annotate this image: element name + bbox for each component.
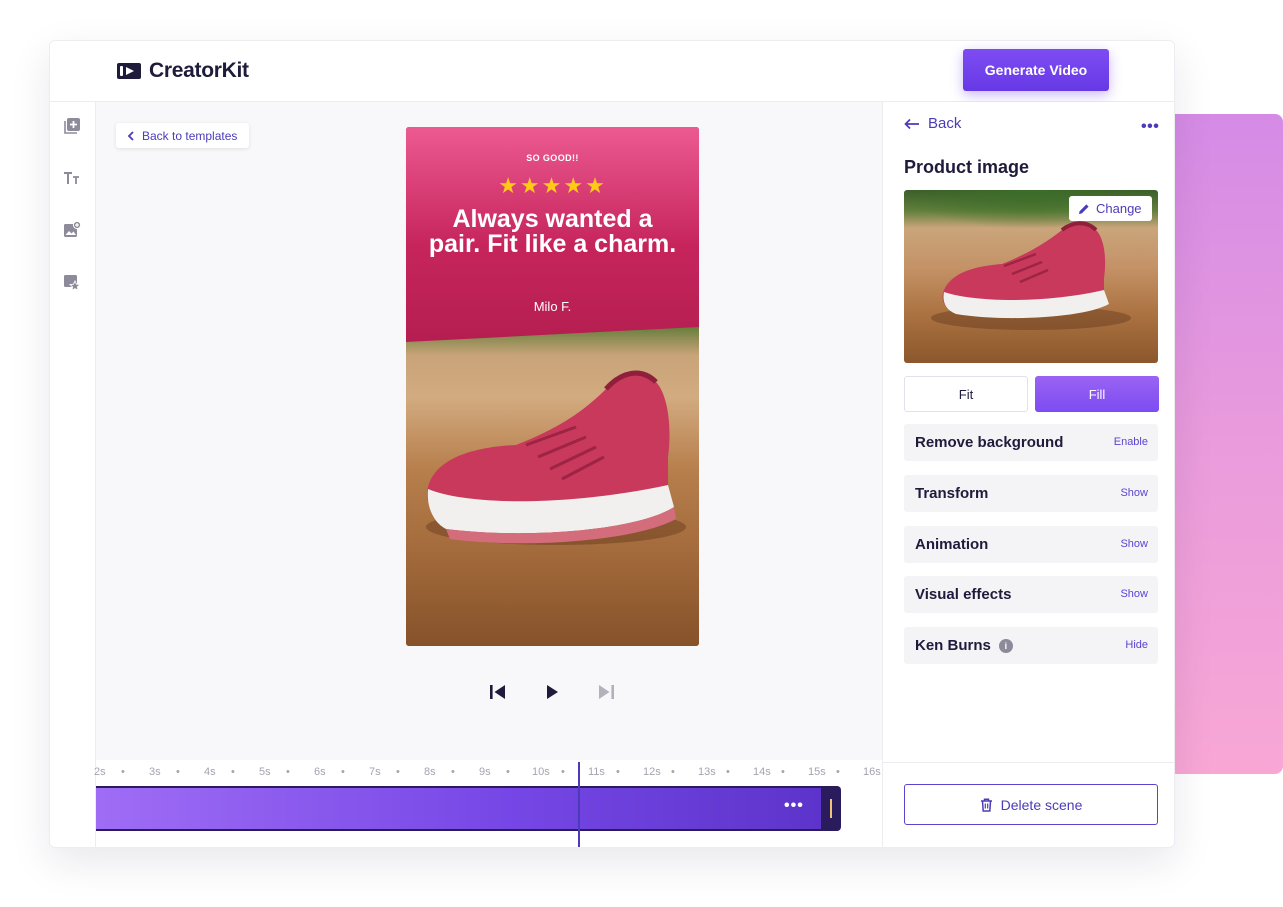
logo[interactable]: CreatorKit	[117, 59, 249, 83]
playback-controls	[486, 680, 626, 704]
section-label: Visual effects	[915, 586, 1012, 603]
sticker-icon[interactable]	[63, 273, 81, 291]
clip-resize-handle[interactable]	[821, 788, 841, 829]
tick-separator: •	[616, 766, 620, 778]
tick-label: 6s	[314, 766, 326, 778]
tick-separator: •	[286, 766, 290, 778]
tick-label: 13s	[698, 766, 716, 778]
scene-preview[interactable]: SO GOOD!! ★★★★★ Always wanted a pair. Fi…	[406, 127, 699, 646]
add-image-icon[interactable]	[63, 221, 81, 239]
skip-forward-icon[interactable]	[594, 680, 618, 704]
tick-separator: •	[451, 766, 455, 778]
left-toolbar	[50, 102, 96, 847]
text-icon[interactable]	[63, 169, 81, 187]
tick-label: 12s	[643, 766, 661, 778]
info-icon[interactable]: i	[998, 638, 1013, 653]
tick-separator: •	[396, 766, 400, 778]
section-label: Transform	[915, 485, 989, 502]
pencil-icon	[1078, 203, 1090, 215]
tick-label: 5s	[259, 766, 271, 778]
tick-separator: •	[121, 766, 125, 778]
panel-back-button[interactable]: Back	[904, 115, 961, 132]
play-icon[interactable]	[540, 680, 564, 704]
panel-title: Product image	[904, 157, 1030, 177]
change-image-button[interactable]: Change	[1069, 196, 1152, 221]
section-label: Animation	[915, 536, 989, 553]
ken-burns-hide-button[interactable]: Hide	[1125, 639, 1148, 651]
change-image-label: Change	[1096, 201, 1142, 216]
panel-back-label: Back	[928, 115, 962, 132]
tick-separator: •	[671, 766, 675, 778]
tick-separator: •	[341, 766, 345, 778]
section-animation[interactable]: Animation Show	[904, 526, 1158, 563]
tick-label: 10s	[532, 766, 550, 778]
tick-label: 8s	[424, 766, 436, 778]
transform-show-button[interactable]: Show	[1120, 487, 1148, 499]
quote-card: SO GOOD!! ★★★★★ Always wanted a pair. Fi…	[406, 127, 699, 342]
tick-label: 11s	[588, 766, 605, 778]
tick-label: 9s	[479, 766, 491, 778]
tick-label: 15s	[808, 766, 826, 778]
product-image-thumbnail: Change	[904, 190, 1158, 363]
tick-label: 2s	[94, 766, 106, 778]
fill-option-button[interactable]: Fill	[1035, 376, 1159, 412]
more-options-button[interactable]: •••	[1141, 118, 1159, 136]
skip-back-icon[interactable]	[486, 680, 510, 704]
logo-play-icon	[117, 62, 141, 80]
ken-burns-label: Ken Burns	[915, 637, 991, 654]
quote-text: Always wanted a pair. Fit like a charm.	[428, 205, 677, 258]
add-layer-icon[interactable]	[63, 117, 81, 135]
trash-icon	[980, 797, 993, 812]
delete-scene-label: Delete scene	[1000, 796, 1083, 813]
properties-panel: Back ••• Product image Change Fit Fill R…	[882, 102, 1174, 847]
section-ken-burns[interactable]: Ken Burns i Hide	[904, 627, 1158, 664]
section-label: Ken Burns i	[915, 637, 1013, 654]
tick-separator: •	[506, 766, 510, 778]
top-bar: CreatorKit Generate Video	[50, 41, 1174, 102]
section-label: Remove background	[915, 434, 1064, 451]
section-remove-background[interactable]: Remove background Enable	[904, 424, 1158, 461]
back-to-templates-button[interactable]: Back to templates	[116, 123, 250, 148]
tick-label: 14s	[753, 766, 771, 778]
tick-separator: •	[176, 766, 180, 778]
playhead[interactable]	[578, 762, 580, 847]
tick-label: 3s	[149, 766, 161, 778]
tick-separator: •	[726, 766, 730, 778]
visual-effects-show-button[interactable]: Show	[1120, 588, 1148, 600]
tick-label: 7s	[369, 766, 381, 778]
panel-divider	[883, 762, 1174, 763]
tick-separator: •	[781, 766, 785, 778]
tick-separator: •	[231, 766, 235, 778]
remove-background-enable-button[interactable]: Enable	[1114, 436, 1148, 448]
clip-menu-button[interactable]: •••	[784, 797, 804, 815]
tick-separator: •	[561, 766, 565, 778]
time-ruler: 2s • 3s • 4s • 5s • 6s • 7s • 8s • 9s • …	[94, 766, 882, 782]
app-window: CreatorKit Generate Video Back to templa…	[49, 40, 1175, 848]
timeline[interactable]: 2s • 3s • 4s • 5s • 6s • 7s • 8s • 9s • …	[94, 760, 882, 847]
tick-label: 4s	[204, 766, 216, 778]
generate-video-button[interactable]: Generate Video	[963, 49, 1109, 91]
tick-separator: •	[836, 766, 840, 778]
tick-label: 16s	[863, 766, 881, 778]
animation-show-button[interactable]: Show	[1120, 538, 1148, 550]
scene-clip[interactable]: •••	[96, 786, 841, 831]
delete-scene-button[interactable]: Delete scene	[904, 784, 1158, 825]
app-name: CreatorKit	[149, 59, 249, 82]
section-transform[interactable]: Transform Show	[904, 475, 1158, 512]
arrow-left-icon	[904, 118, 920, 130]
back-to-templates-label: Back to templates	[142, 128, 238, 143]
quote-tag: SO GOOD!!	[526, 153, 579, 163]
quote-author: Milo F.	[533, 299, 572, 314]
rating-stars: ★★★★★	[498, 173, 607, 198]
chevron-left-icon	[126, 130, 136, 141]
section-visual-effects[interactable]: Visual effects Show	[904, 576, 1158, 613]
fit-option-button[interactable]: Fit	[904, 376, 1028, 412]
preview-canvas: Back to templates SO GOOD!! ★★★★★ Always…	[96, 102, 882, 760]
